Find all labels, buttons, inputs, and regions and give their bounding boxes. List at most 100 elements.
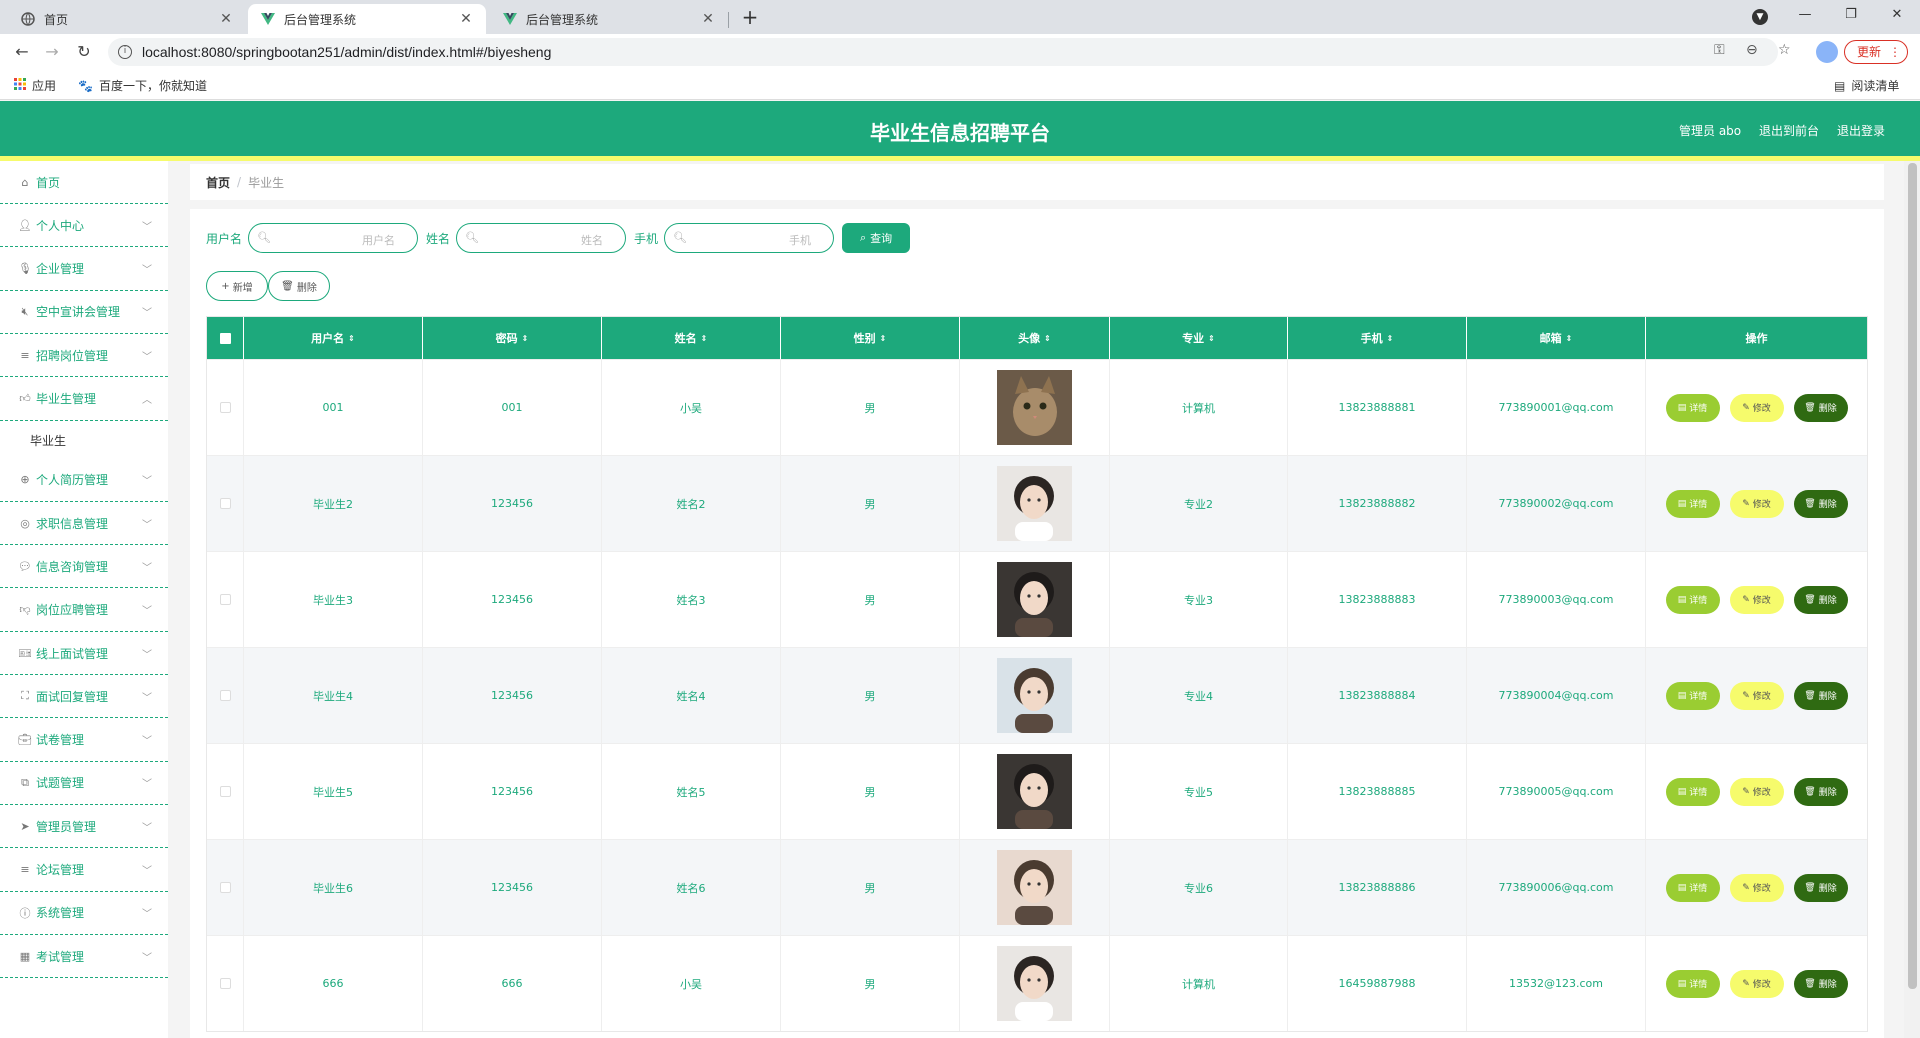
column-header-email[interactable]: 邮箱 ⇕ xyxy=(1467,317,1646,359)
phone-search-input[interactable]: 🔍︎ 手机 xyxy=(664,223,835,253)
sidebar-item-16[interactable]: ⓘ 系统管理 ﹀ xyxy=(0,892,168,935)
detail-button[interactable]: ▤ 详情 xyxy=(1665,969,1720,998)
query-button[interactable]: ⌕ 查询 xyxy=(842,223,911,253)
detail-button[interactable]: ▤ 详情 xyxy=(1665,681,1720,710)
column-header-username[interactable]: 用户名 ⇕ xyxy=(244,317,423,359)
close-icon[interactable]: ✕ xyxy=(218,11,234,27)
delete-button[interactable]: 🗑︎ 删除 xyxy=(1793,489,1848,518)
detail-button[interactable]: ▤ 详情 xyxy=(1665,393,1720,422)
sort-icon[interactable]: ⇕ xyxy=(1044,334,1051,343)
tab-search-icon[interactable]: ▼ xyxy=(1752,9,1768,25)
close-icon[interactable]: ✕ xyxy=(700,11,716,27)
delete-button[interactable]: 🗑︎ 删除 xyxy=(1793,393,1848,422)
browser-tab-1[interactable]: 首页 ✕ xyxy=(8,4,246,34)
minimize-icon[interactable]: — xyxy=(1782,0,1828,30)
edit-button[interactable]: ✎ 修改 xyxy=(1729,393,1784,422)
detail-button[interactable]: ▤ 详情 xyxy=(1665,777,1720,806)
detail-button[interactable]: ▤ 详情 xyxy=(1665,585,1720,614)
delete-button[interactable]: 🗑︎ 删除 xyxy=(1793,873,1848,902)
column-header-phone[interactable]: 手机 ⇕ xyxy=(1288,317,1467,359)
sidebar-item-9[interactable]: 👎︎ 岗位应聘管理 ﹀ xyxy=(0,589,168,632)
sidebar-item-12[interactable]: 💼︎ 试卷管理 ﹀ xyxy=(0,719,168,762)
sort-icon[interactable]: ⇕ xyxy=(1387,334,1394,343)
scrollbar-thumb[interactable] xyxy=(1908,163,1917,989)
sort-icon[interactable]: ⇕ xyxy=(348,334,355,343)
row-checkbox[interactable] xyxy=(219,690,231,701)
edit-button[interactable]: ✎ 修改 xyxy=(1729,489,1784,518)
sidebar-item-1[interactable]: 👤︎ 个人中心 ﹀ xyxy=(0,204,168,248)
reading-list[interactable]: ▤ 阅读清单 xyxy=(1834,77,1899,94)
sidebar-item-5[interactable]: 👍︎ 毕业生管理 ︿ xyxy=(0,378,168,421)
sidebar-item-2[interactable]: 🎙︎ 企业管理 ﹀ xyxy=(0,248,168,291)
sidebar-item-13[interactable]: ⧉ 试题管理 ﹀ xyxy=(0,762,168,805)
sort-icon[interactable]: ⇕ xyxy=(880,334,887,343)
sidebar-item-15[interactable]: ≡ 论坛管理 ﹀ xyxy=(0,849,168,892)
row-checkbox[interactable] xyxy=(219,786,231,797)
edit-button[interactable]: ✎ 修改 xyxy=(1729,681,1784,710)
bookmark-baidu[interactable]: 🐾 百度一下，你就知道 xyxy=(78,77,207,94)
delete-button[interactable]: 🗑︎ 删除 xyxy=(1793,777,1848,806)
table-row[interactable]: 666 666 小吴男计算机 16459887988 13532@123.com ▤ 详情 ✎… xyxy=(207,935,1867,1031)
sort-icon[interactable]: ⇕ xyxy=(522,334,529,343)
logout-link[interactable]: 退出登录 xyxy=(1837,122,1885,139)
detail-button[interactable]: ▤ 详情 xyxy=(1665,489,1720,518)
row-checkbox[interactable] xyxy=(219,402,231,413)
reload-icon[interactable]: ↻ xyxy=(74,42,94,62)
sidebar-item-10[interactable]: 🎫︎ 线上面试管理 ﹀ xyxy=(0,632,168,675)
name-search-input[interactable]: 🔍︎ 姓名 xyxy=(456,223,627,253)
sidebar-item-7[interactable]: ◎ 求职信息管理 ﹀ xyxy=(0,502,168,546)
zoom-icon[interactable]: ⊖ xyxy=(1746,42,1758,58)
column-header-major[interactable]: 专业 ⇕ xyxy=(1110,317,1288,359)
column-header-name[interactable]: 姓名 ⇕ xyxy=(602,317,781,359)
back-arrow-icon[interactable]: ← xyxy=(12,42,32,62)
url-omnibox[interactable]: i localhost:8080/springbootan251/admin/d… xyxy=(108,38,1778,66)
table-row[interactable]: 001 001 小吴男计算机 13823888881 773890001@qq.com ▤… xyxy=(207,359,1867,455)
update-button[interactable]: 更新 ⋮ xyxy=(1844,40,1908,64)
sort-icon[interactable]: ⇕ xyxy=(701,334,708,343)
row-checkbox[interactable] xyxy=(219,978,231,989)
row-checkbox[interactable] xyxy=(219,594,231,605)
column-header-password[interactable]: 密码 ⇕ xyxy=(423,317,602,359)
row-checkbox[interactable] xyxy=(219,498,231,509)
edit-button[interactable]: ✎ 修改 xyxy=(1729,777,1784,806)
row-checkbox[interactable] xyxy=(219,882,231,893)
sort-icon[interactable]: ⇕ xyxy=(1566,334,1573,343)
edit-button[interactable]: ✎ 修改 xyxy=(1729,873,1784,902)
forward-arrow-icon[interactable]: → xyxy=(42,42,62,62)
new-tab-plus-icon[interactable]: + xyxy=(738,6,762,30)
profile-avatar[interactable] xyxy=(1816,41,1838,63)
submenu-item-graduates[interactable]: 毕业生 xyxy=(0,421,168,461)
sidebar-item-11[interactable]: ⛶ 面试回复管理 ﹀ xyxy=(0,675,168,719)
table-row[interactable]: 毕业生2 123456 姓名2 男 专业2 13823888882 773890002@qq… xyxy=(207,455,1867,551)
star-icon[interactable]: ☆ xyxy=(1778,42,1791,58)
close-icon[interactable]: ✕ xyxy=(458,11,474,27)
sidebar-item-17[interactable]: ▦ 考试管理 ﹀ xyxy=(0,935,168,979)
batch-delete-button[interactable]: 🗑︎ 删除 xyxy=(268,271,330,301)
key-icon[interactable]: ⚿ xyxy=(1714,42,1725,58)
detail-button[interactable]: ▤ 详情 xyxy=(1665,873,1720,902)
table-row[interactable]: 毕业生3 123456 姓名3 男 专业3 13823888883 773890003@qq… xyxy=(207,551,1867,647)
sidebar-item-8[interactable]: 💬︎ 信息咨询管理 ﹀ xyxy=(0,545,168,589)
browser-tab-3[interactable]: 后台管理系统 ✕ xyxy=(490,4,728,34)
delete-button[interactable]: 🗑︎ 删除 xyxy=(1793,969,1848,998)
browser-tab-2[interactable]: 后台管理系统 ✕ xyxy=(248,4,486,34)
page-scrollbar[interactable] xyxy=(1904,161,1920,1038)
exit-to-front-link[interactable]: 退出到前台 xyxy=(1759,122,1819,139)
window-close-icon[interactable]: ✕ xyxy=(1874,0,1920,30)
edit-button[interactable]: ✎ 修改 xyxy=(1729,969,1784,998)
sidebar-item-3[interactable]: 🔇︎ 空中宣讲会管理 ﹀ xyxy=(0,291,168,334)
table-row[interactable]: 毕业生4 123456 姓名4 男 专业4 13823888884 773890004@qq… xyxy=(207,647,1867,743)
restore-icon[interactable]: ❐ xyxy=(1828,0,1874,30)
add-button[interactable]: + 新增 xyxy=(206,271,268,301)
sidebar-item-0[interactable]: ⌂ 首页 xyxy=(0,161,168,204)
breadcrumb-home[interactable]: 首页 xyxy=(206,174,230,191)
sidebar-item-6[interactable]: ⊕ 个人简历管理 ﹀ xyxy=(0,459,168,502)
sidebar-item-4[interactable]: ≡ 招聘岗位管理 ﹀ xyxy=(0,334,168,378)
table-row[interactable]: 毕业生5 123456 姓名5 男 专业5 13823888885 773890005@qq… xyxy=(207,743,1867,839)
bookmark-apps[interactable]: 应用 xyxy=(14,77,56,94)
table-row[interactable]: 毕业生6 123456 姓名6 男 专业6 13823888886 773890006@qq… xyxy=(207,839,1867,935)
edit-button[interactable]: ✎ 修改 xyxy=(1729,585,1784,614)
sort-icon[interactable]: ⇕ xyxy=(1208,334,1215,343)
column-header-gender[interactable]: 性别 ⇕ xyxy=(781,317,960,359)
delete-button[interactable]: 🗑︎ 删除 xyxy=(1793,681,1848,710)
